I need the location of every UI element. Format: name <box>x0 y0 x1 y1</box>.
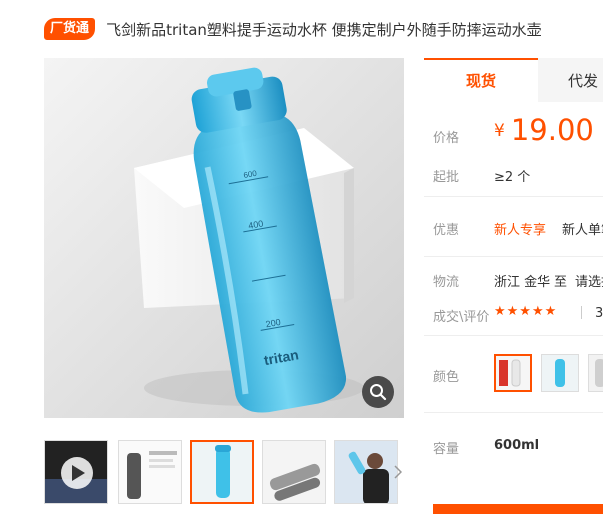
price-amount: 19.00 <box>510 113 594 147</box>
magnifier-icon <box>370 384 387 401</box>
promotion-label: 优惠 <box>433 223 460 238</box>
color-swatch-3[interactable] <box>588 354 603 392</box>
rating-separator <box>581 306 582 319</box>
chevron-right-icon <box>394 465 402 479</box>
thumbnail-next-button[interactable] <box>392 463 404 481</box>
logistics-origin: 浙江 金华 <box>494 275 551 290</box>
divider <box>424 196 603 197</box>
thumbnail-image <box>119 441 181 503</box>
min-order-value: ≥2 个 <box>494 170 531 185</box>
min-order-label: 起批 <box>433 170 460 185</box>
divider <box>424 335 603 336</box>
video-thumbnail-image <box>45 441 107 503</box>
promo-new-user-exclusive[interactable]: 新人专享 <box>494 219 546 238</box>
promo-new-user-order[interactable]: 新人单笔 <box>562 219 603 238</box>
main-product-image[interactable]: 600 400 200 tritan <box>44 58 404 418</box>
order-button-bar[interactable] <box>433 504 603 514</box>
thumbnail-image <box>335 441 397 503</box>
logistics-destination-select[interactable]: 请选择 <box>575 271 603 290</box>
thumbnail-2[interactable] <box>118 440 182 504</box>
swatch-image <box>589 355 603 391</box>
thumbnail-video[interactable] <box>44 440 108 504</box>
thumbnail-image <box>263 441 325 503</box>
color-swatch-2[interactable] <box>541 354 579 392</box>
rating-count[interactable]: 3 <box>595 306 603 321</box>
rating-label: 成交\评价 <box>433 310 490 325</box>
thumbnail-5[interactable] <box>334 440 398 504</box>
capacity-label: 容量 <box>433 442 460 457</box>
tab-in-stock[interactable]: 现货 <box>424 58 538 102</box>
thumbnail-3[interactable] <box>190 440 254 504</box>
capacity-value[interactable]: 600ml <box>494 438 539 453</box>
swatch-image <box>496 356 530 390</box>
purchase-mode-tabs: 现货 代发 <box>424 58 603 102</box>
product-title: 飞剑新品tritan塑料提手运动水杯 便携定制户外随手防摔运动水壶 <box>106 20 542 39</box>
tab-dropship[interactable]: 代发 <box>538 58 603 102</box>
color-label: 颜色 <box>433 370 460 385</box>
logistics-label: 物流 <box>433 275 460 290</box>
thumbnail-image <box>192 442 252 502</box>
color-swatch-1[interactable] <box>494 354 532 392</box>
divider <box>424 412 603 413</box>
currency-symbol: ¥ <box>494 121 505 141</box>
price-value: ¥19.00 <box>494 113 594 147</box>
thumbnail-4[interactable] <box>262 440 326 504</box>
product-title-row: 厂货通 飞剑新品tritan塑料提手运动水杯 便携定制户外随手防摔运动水壶 <box>44 18 603 44</box>
rating-stars: ★★★★★ <box>494 304 558 319</box>
logistics-to: 至 <box>554 275 568 290</box>
price-label: 价格 <box>433 131 460 146</box>
divider <box>424 256 603 257</box>
bottle-illustration: 600 400 200 tritan <box>44 58 404 418</box>
factory-badge: 厂货通 <box>44 18 96 40</box>
zoom-button[interactable] <box>362 376 394 408</box>
thumbnail-strip <box>44 440 404 504</box>
swatch-image <box>542 355 578 391</box>
